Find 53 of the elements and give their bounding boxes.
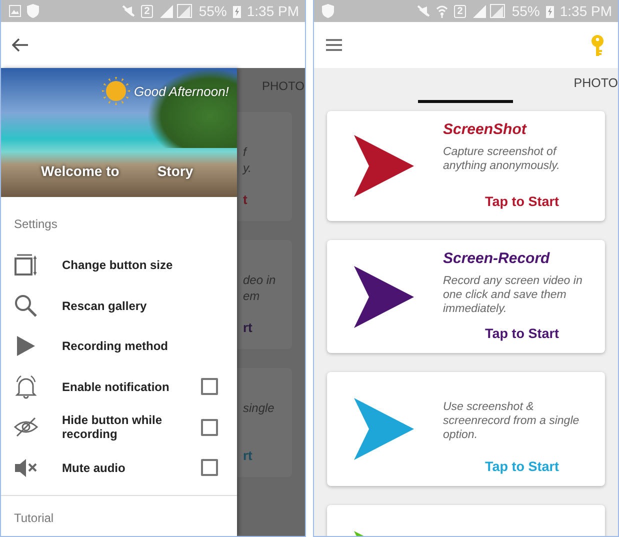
welcome-text: Welcome to bbox=[41, 163, 120, 179]
mute-icon bbox=[122, 5, 136, 17]
section-header: Tutorial bbox=[13, 510, 55, 525]
tab[interactable]: PHOTO bbox=[574, 68, 618, 103]
feature-card[interactable]: Use screenshot & screenrecord from a single option. Tap to Start bbox=[327, 372, 605, 486]
checkbox[interactable] bbox=[201, 378, 218, 396]
greeting-text: Good Afternoon! bbox=[134, 84, 229, 98]
card-description: single bbox=[243, 400, 276, 416]
tap-to-start-link[interactable]: Tap to Start bbox=[485, 326, 559, 341]
feature-card[interactable]: Screen-Record Record any screen video in one click and save them immediately. Tap to Start bbox=[327, 240, 605, 353]
search-icon bbox=[14, 294, 38, 318]
charging-battery-icon bbox=[232, 4, 241, 18]
back-arrow-icon[interactable] bbox=[12, 38, 28, 52]
sim-slot-label: 2 bbox=[141, 4, 153, 18]
resize-icon bbox=[14, 253, 38, 278]
card-description: Capture screenshot of anything anonymously. bbox=[443, 145, 561, 173]
battery-percentage: 55% bbox=[512, 3, 540, 19]
card-title: ScreenShot bbox=[443, 121, 528, 138]
card-description: deo in bbox=[243, 272, 277, 288]
sim-slot-label: 2 bbox=[454, 4, 466, 18]
menu-item-label[interactable]: Enable notification bbox=[62, 380, 201, 394]
checkbox[interactable] bbox=[201, 418, 218, 436]
checkbox[interactable] bbox=[201, 459, 218, 476]
menu-icon[interactable] bbox=[326, 39, 342, 51]
feature-card[interactable]: ScreenShot Capture screenshot of anything anonymously. Tap to Start bbox=[327, 111, 605, 221]
shield-icon bbox=[27, 4, 39, 18]
card-description: Use screenshot & screenrecord from a single option. bbox=[443, 400, 580, 442]
image-icon bbox=[9, 5, 21, 17]
sun-icon bbox=[101, 76, 131, 106]
menu-item-label[interactable]: Recording method bbox=[62, 339, 218, 354]
wifi-icon bbox=[436, 4, 448, 18]
signal-icon bbox=[472, 4, 506, 18]
shield-icon bbox=[322, 4, 334, 18]
mute-icon bbox=[417, 5, 430, 17]
battery-percentage: 55% bbox=[198, 3, 227, 19]
clock-time: 1:35 PM bbox=[246, 3, 299, 19]
card-description: y. bbox=[243, 160, 252, 176]
eye-slash-icon bbox=[14, 415, 38, 440]
clock-time: 1:35 PM bbox=[560, 3, 612, 19]
section-header: Settings bbox=[13, 216, 58, 233]
bell-icon bbox=[14, 374, 38, 399]
signal-icon bbox=[158, 4, 193, 18]
card-description: em bbox=[243, 288, 261, 304]
menu-item-label[interactable]: Mute audio bbox=[62, 460, 201, 475]
card-description: f bbox=[243, 144, 248, 160]
tap-to-start-link[interactable]: Tap to Start bbox=[485, 194, 559, 209]
card-description: Record any screen video in one click and save them immediately. bbox=[443, 274, 584, 316]
menu-item-label[interactable]: Hide button while recording bbox=[62, 413, 201, 442]
charging-battery-icon bbox=[546, 4, 554, 18]
app-name: Story bbox=[157, 163, 194, 179]
menu-item-label[interactable]: Change button size bbox=[62, 258, 218, 272]
menu-item-label[interactable]: Rescan gallery bbox=[62, 298, 218, 313]
card-title: Screen-Record bbox=[443, 250, 551, 267]
